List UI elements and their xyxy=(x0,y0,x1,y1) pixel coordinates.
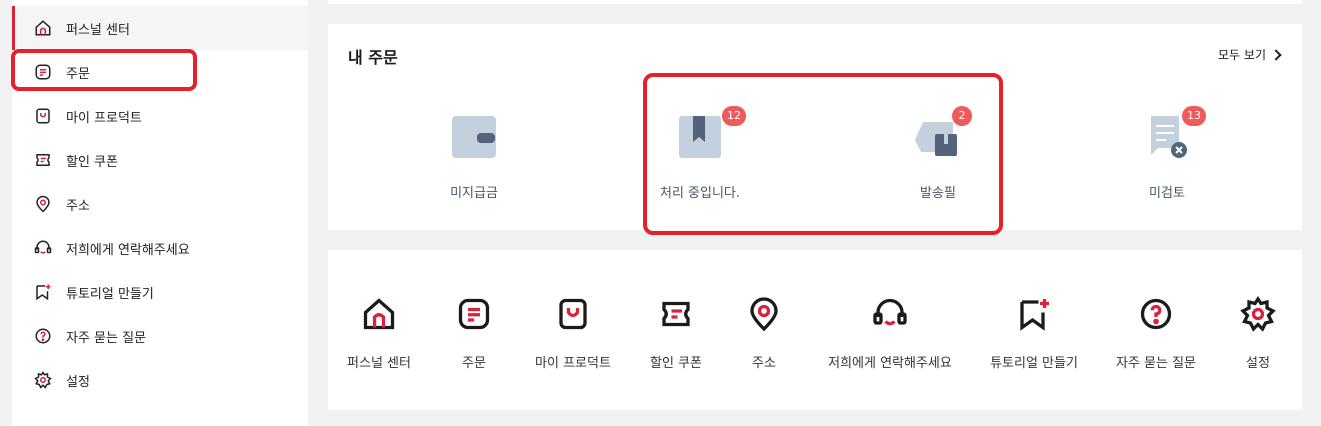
bookmark-plus-icon xyxy=(1020,299,1049,331)
quick-link-label: 자주 묻는 질문 xyxy=(1115,356,1197,371)
sidebar-item-faq[interactable]: 자주 묻는 질문 xyxy=(12,314,308,358)
sidebar-item-my-products[interactable]: 마이 프로덕트 xyxy=(12,94,308,138)
location-pin-icon xyxy=(750,297,778,332)
sidebar-item-label: 주문 xyxy=(66,66,90,82)
sidebar-item-label: 자주 묻는 질문 xyxy=(66,330,147,346)
status-processing[interactable]: 12 처리 중입니다. xyxy=(640,106,760,206)
order-icon xyxy=(34,63,52,81)
location-pin-icon xyxy=(34,195,52,213)
quick-link-label: 퍼스널 센터 xyxy=(347,356,411,371)
view-all-label: 모두 보기 xyxy=(1218,48,1266,62)
status-shipped[interactable]: 2 발송필 xyxy=(878,106,998,206)
bookmark-plus-icon xyxy=(34,283,52,301)
sidebar-item-tutorial[interactable]: 튜토리얼 만들기 xyxy=(12,270,308,314)
quick-link-label: 튜토리얼 만들기 xyxy=(990,356,1078,371)
sidebar: 퍼스널 센터 주문 마이 프로덕트 할인 쿠폰 주소 저희에게 연락해주세요 튜… xyxy=(12,0,308,426)
sidebar-item-label: 주소 xyxy=(66,198,90,214)
sidebar-item-label: 퍼스널 센터 xyxy=(66,22,130,38)
view-all-link[interactable]: 모두 보기 xyxy=(1218,46,1282,63)
sidebar-item-label: 튜토리얼 만들기 xyxy=(66,286,154,302)
quick-link-personal-center[interactable]: 퍼스널 센터 xyxy=(336,292,422,382)
quick-link-label: 저희에게 연락해주세요 xyxy=(828,356,952,371)
quick-link-orders[interactable]: 주문 xyxy=(444,292,504,382)
sidebar-item-label: 마이 프로덕트 xyxy=(66,110,142,126)
quick-link-address[interactable]: 주소 xyxy=(734,292,794,382)
quick-link-faq[interactable]: 자주 묻는 질문 xyxy=(1108,292,1204,382)
quick-link-label: 할인 쿠폰 xyxy=(650,356,702,371)
quick-link-settings[interactable]: 설정 xyxy=(1228,292,1288,382)
sidebar-item-personal-center[interactable]: 퍼스널 센터 xyxy=(12,6,308,50)
coupon-icon xyxy=(34,151,52,169)
coupon-icon xyxy=(662,301,690,327)
sidebar-item-coupons[interactable]: 할인 쿠폰 xyxy=(12,138,308,182)
headset-icon xyxy=(873,298,907,326)
quick-link-label: 주문 xyxy=(462,356,486,371)
question-icon xyxy=(34,327,52,345)
badge-count: 12 xyxy=(722,106,746,126)
gear-icon xyxy=(34,371,52,389)
quick-link-my-products[interactable]: 마이 프로덕트 xyxy=(528,292,618,382)
product-bag-icon xyxy=(559,298,587,330)
headset-icon xyxy=(34,239,52,257)
status-unreviewed[interactable]: 13 미검토 xyxy=(1107,106,1227,206)
quick-links-card: 퍼스널 센터 주문 마이 프로덕트 할인 쿠폰 주소 저희에게 연락해주세요 튜… xyxy=(328,250,1302,410)
my-orders-card: 내 주문 모두 보기 미지급금 12 처리 중입니다. 2 발송필 13 미검토 xyxy=(328,24,1302,230)
sidebar-item-settings[interactable]: 설정 xyxy=(12,358,308,402)
quick-link-coupons[interactable]: 할인 쿠폰 xyxy=(638,292,714,382)
quick-link-label: 주소 xyxy=(752,356,776,371)
quick-link-contact[interactable]: 저희에게 연락해주세요 xyxy=(820,292,960,382)
home-icon xyxy=(363,298,395,330)
quick-link-label: 마이 프로덕트 xyxy=(535,356,611,371)
badge-count: 2 xyxy=(952,106,972,126)
sidebar-item-address[interactable]: 주소 xyxy=(12,182,308,226)
sidebar-item-orders[interactable]: 주문 xyxy=(12,50,308,94)
order-icon xyxy=(458,298,490,330)
box-icon xyxy=(679,116,721,158)
product-bag-icon xyxy=(34,107,52,125)
sidebar-item-label: 할인 쿠폰 xyxy=(66,154,118,170)
badge-count: 13 xyxy=(1182,106,1206,126)
status-label: 발송필 xyxy=(920,186,956,201)
chevron-right-icon xyxy=(1270,48,1282,61)
quick-link-tutorial[interactable]: 튜토리얼 만들기 xyxy=(982,292,1086,382)
question-icon xyxy=(1140,298,1172,330)
status-unpaid[interactable]: 미지급금 xyxy=(414,106,534,206)
card-fragment xyxy=(328,0,1302,4)
wallet-icon xyxy=(452,116,496,158)
home-icon xyxy=(34,19,52,37)
status-label: 처리 중입니다. xyxy=(659,186,741,201)
quick-link-label: 설정 xyxy=(1246,356,1270,371)
sidebar-item-label: 설정 xyxy=(66,374,90,390)
status-label: 미지급금 xyxy=(450,186,498,201)
sidebar-item-contact[interactable]: 저희에게 연락해주세요 xyxy=(12,226,308,270)
page-title: 내 주문 xyxy=(348,48,398,67)
gear-icon xyxy=(1240,296,1276,332)
status-label: 미검토 xyxy=(1149,186,1185,201)
sidebar-item-label: 저희에게 연락해주세요 xyxy=(66,242,190,258)
